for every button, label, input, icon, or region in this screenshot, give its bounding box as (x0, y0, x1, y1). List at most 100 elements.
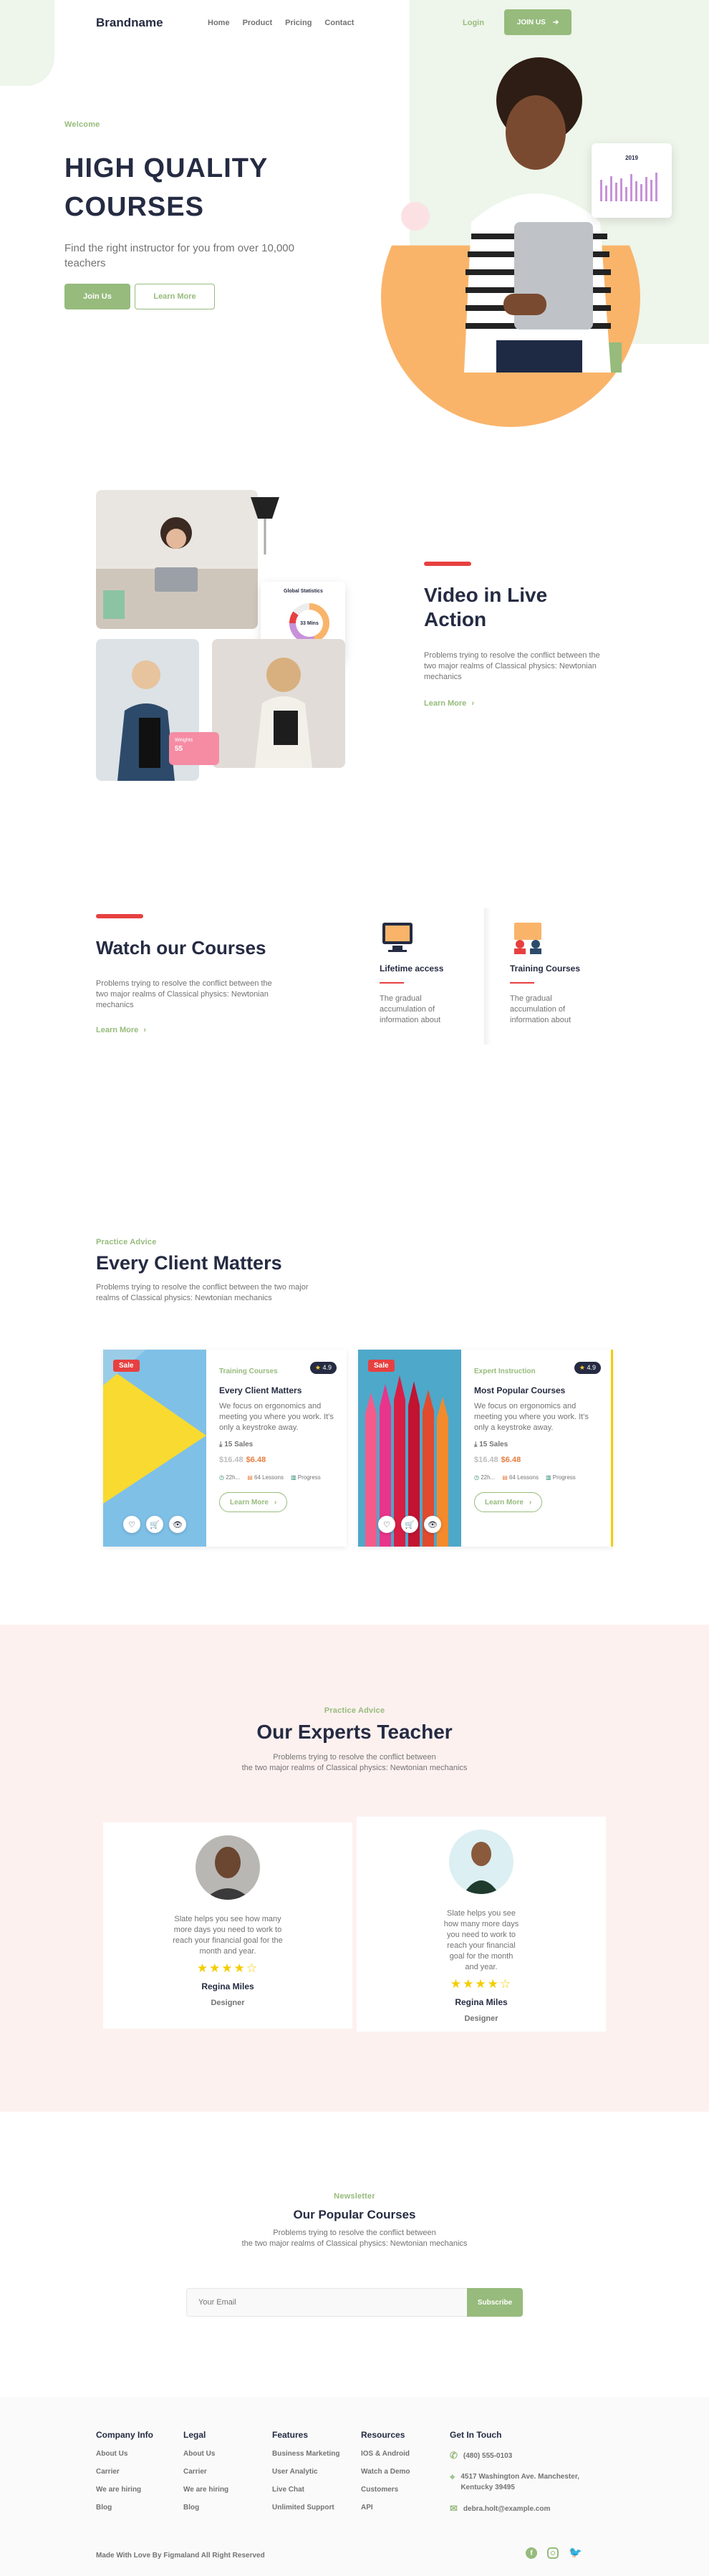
rating-value: 4.9 (322, 1364, 332, 1371)
brand-logo[interactable]: Brandname (96, 16, 163, 30)
footer-link[interactable]: Customers (361, 2486, 440, 2494)
star-outline-icon: ☆ (499, 1977, 513, 1991)
teacher-role: Designer (464, 2014, 498, 2023)
footer-link[interactable]: Unlimited Support (272, 2504, 358, 2512)
course-learn-more-button[interactable]: Learn More › (474, 1492, 543, 1512)
view-icon[interactable]: 👁 (424, 1516, 441, 1533)
contact-address[interactable]: ⌖ 4517 Washington Ave. Manchester, Kentu… (450, 2471, 614, 2493)
teacher-avatar (196, 1835, 260, 1900)
footer-link[interactable]: Blog (96, 2504, 175, 2512)
experts-eyebrow: Practice Advice (324, 1706, 385, 1715)
course-category: Expert Instruction (474, 1368, 536, 1375)
footer-heading: Get In Touch (450, 2430, 502, 2440)
video-lamp-decor (251, 497, 279, 554)
footer-heading: Resources (361, 2430, 405, 2440)
footer-link[interactable]: We are hiring (183, 2486, 262, 2494)
hero-title: HIGH QUALITY COURSES (64, 149, 268, 226)
course-title: Most Popular Courses (474, 1385, 566, 1395)
experts-desc-line1: Problems trying to resolve the conflict … (273, 1753, 436, 1762)
footer-link[interactable]: About Us (96, 2450, 175, 2458)
footer-link[interactable]: Carrier (183, 2468, 262, 2476)
old-price: $16.48 (474, 1456, 498, 1464)
phone-icon: ✆ (450, 2450, 458, 2461)
view-icon[interactable]: 👁 (169, 1516, 186, 1533)
hero-join-button[interactable]: Join Us (64, 284, 130, 309)
join-us-button[interactable]: JOIN US ➔ (504, 9, 571, 35)
login-link[interactable]: Login (463, 19, 484, 27)
footer-heading: Company Info (96, 2430, 153, 2440)
arrow-right-icon: ➔ (552, 18, 559, 27)
nav-contact[interactable]: Contact (324, 19, 354, 27)
nav-product[interactable]: Product (243, 19, 273, 27)
star-filled-icon: ★ (487, 1977, 500, 1991)
rating-badge: ★ 4.9 (309, 1362, 337, 1374)
twitter-icon[interactable]: 🐦 (569, 2547, 582, 2559)
email-input[interactable] (186, 2288, 467, 2317)
teacher-role: Designer (211, 1999, 245, 2007)
meta-progress: ▥ Progress (546, 1474, 576, 1481)
main-nav: Home Product Pricing Contact (208, 19, 367, 27)
meta-progress: ▥ Progress (291, 1474, 321, 1481)
hero-eyebrow: Welcome (64, 120, 100, 129)
footer-col-legal: Legal About Us Carrier We are hiring Blo… (183, 2430, 262, 2512)
footer-link[interactable]: Live Chat (272, 2486, 358, 2494)
cart-icon[interactable]: 🛒 (401, 1516, 418, 1533)
meta-lessons: ▤ 64 Lessons (247, 1474, 284, 1481)
cart-icon[interactable]: 🛒 (146, 1516, 163, 1533)
footer-link[interactable]: Blog (183, 2504, 262, 2512)
feature-desc: The gradual accumulation of information … (510, 994, 571, 1024)
footer-heading: Features (272, 2430, 309, 2440)
learn-more-label: Learn More (230, 1498, 269, 1506)
video-link-label: Learn More (424, 699, 467, 708)
sale-badge: Sale (113, 1360, 140, 1372)
download-icon: ⤓ (474, 1441, 478, 1448)
course-category: Training Courses (219, 1368, 278, 1375)
rating-badge: ★ 4.9 (574, 1362, 601, 1374)
client-eyebrow: Practice Advice (96, 1238, 157, 1246)
contact-phone[interactable]: ✆ (480) 555-0103 (450, 2450, 614, 2461)
new-price: $6.48 (246, 1456, 266, 1464)
course-price: $16.48 $6.48 (474, 1456, 601, 1464)
video-learn-more-link[interactable]: Learn More › (424, 699, 474, 708)
footer-link[interactable]: Business Marketing (272, 2450, 358, 2458)
nav-pricing[interactable]: Pricing (285, 19, 312, 27)
feature-underline (510, 982, 534, 984)
course-body: Expert Instruction ★ 4.9 Most Popular Co… (474, 1362, 601, 1512)
teacher-name: Regina Miles (201, 1981, 254, 1991)
footer-link[interactable]: About Us (183, 2450, 262, 2458)
footer-link[interactable]: User Analytic (272, 2468, 358, 2476)
subscribe-button[interactable]: Subscribe (467, 2288, 523, 2317)
star-icon: ★ (314, 1364, 321, 1371)
facebook-icon[interactable]: f (526, 2547, 537, 2559)
new-price: $6.48 (501, 1456, 521, 1464)
footer-link[interactable]: Carrier (96, 2468, 175, 2476)
favorite-icon[interactable]: ♡ (123, 1516, 140, 1533)
chart-year: 2019 (625, 155, 638, 161)
contact-email[interactable]: ✉ debra.holt@example.com (450, 2503, 614, 2514)
footer-link[interactable]: API (361, 2504, 440, 2512)
footer-link[interactable]: Watch a Demo (361, 2468, 440, 2476)
download-icon: ⤓ (219, 1441, 223, 1448)
progress-icon: ▥ (290, 1474, 296, 1481)
watch-red-bar (96, 914, 143, 918)
footer-link[interactable]: IOS & Android (361, 2450, 440, 2458)
teacher-rating: ★★★★☆ (103, 1961, 352, 1976)
weights-badge: Weights 55 (169, 732, 219, 765)
newsletter-desc-line2: the two major realms of Classical physic… (241, 2239, 468, 2248)
lessons-icon: ▤ (247, 1474, 253, 1481)
sales-count: 15 Sales (224, 1441, 254, 1448)
star-outline-icon: ☆ (246, 1961, 259, 1975)
badge-label: Weights (175, 738, 193, 743)
nav-home[interactable]: Home (208, 19, 230, 27)
chevron-right-icon: › (143, 1026, 147, 1034)
favorite-icon[interactable]: ♡ (378, 1516, 395, 1533)
instagram-icon[interactable] (547, 2547, 559, 2559)
course-learn-more-button[interactable]: Learn More › (219, 1492, 288, 1512)
newsletter-eyebrow: Newsletter (334, 2192, 375, 2201)
hero-learn-more-button[interactable]: Learn More (135, 284, 215, 309)
course-body: Training Courses ★ 4.9 Every Client Matt… (219, 1362, 337, 1512)
feature-divider (484, 908, 491, 1044)
watch-learn-more-link[interactable]: Learn More › (96, 1026, 146, 1034)
lessons-text: 64 Lessons (509, 1474, 539, 1481)
footer-link[interactable]: We are hiring (96, 2486, 175, 2494)
